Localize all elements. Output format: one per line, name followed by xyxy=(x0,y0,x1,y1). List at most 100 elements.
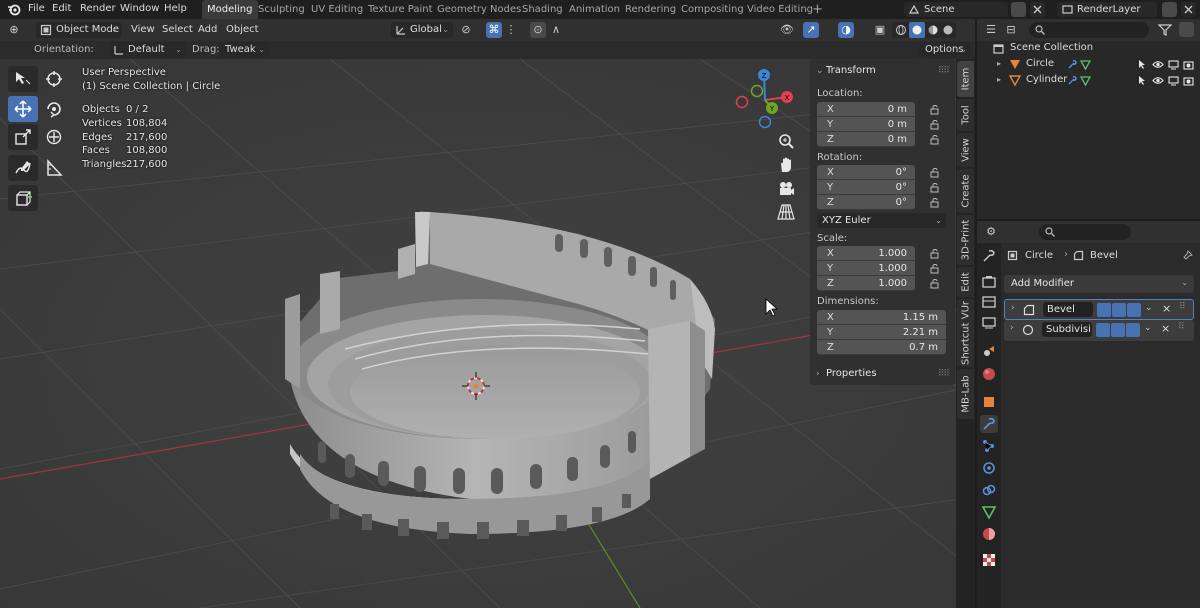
properties-editor-type-icon[interactable]: ⚙ xyxy=(983,224,999,240)
location-x-field[interactable]: X0 m xyxy=(817,102,915,117)
modifier-menu-chevron-icon[interactable]: ⌄ xyxy=(1145,303,1153,313)
tool-move[interactable] xyxy=(8,96,38,122)
tool-rotate[interactable] xyxy=(39,96,69,122)
modifier-menu-chevron-icon[interactable]: ⌄ xyxy=(1144,323,1152,333)
new-view-layer-icon[interactable] xyxy=(1162,2,1177,17)
tool-transform[interactable] xyxy=(39,124,69,150)
transform-orientation-dropdown[interactable]: Global ⌄ xyxy=(391,22,453,38)
zoom-view-icon[interactable] xyxy=(776,131,796,151)
outliner-item-cylinder[interactable]: ▸ Cylinder xyxy=(977,72,1200,88)
expand-bevel-icon[interactable]: › xyxy=(1011,303,1015,313)
tool-add-cube[interactable] xyxy=(8,185,38,211)
tab-modeling[interactable]: Modeling xyxy=(202,0,258,19)
xray-toggle-icon[interactable]: ▣ xyxy=(872,22,888,38)
tab-rendering[interactable]: Rendering xyxy=(620,0,681,19)
lock-scale-z-icon[interactable] xyxy=(930,279,940,289)
remove-bevel-icon[interactable]: × xyxy=(1162,302,1171,315)
hide-eye-icon[interactable] xyxy=(1152,75,1164,86)
tool-scale[interactable] xyxy=(8,124,38,150)
tab-shortcut-vur[interactable]: Shortcut VUr xyxy=(957,299,974,367)
drag-handle-icon[interactable]: ⠿ xyxy=(1178,322,1185,332)
tab-shading[interactable]: Shading xyxy=(517,0,568,19)
edit-mode-toggle-icon[interactable] xyxy=(1097,303,1111,317)
pivot-point-icon[interactable]: ⊘ xyxy=(458,22,474,38)
menu-render[interactable]: Render xyxy=(80,3,116,14)
scale-y-field[interactable]: Y 1.000 xyxy=(817,261,915,276)
snap-icon[interactable]: ⌘ xyxy=(486,22,502,38)
expand-subdivision-icon[interactable]: › xyxy=(1010,323,1014,333)
overlays-toggle-icon[interactable]: ◑ xyxy=(838,22,854,38)
bevel-name-field[interactable]: Bevel xyxy=(1043,302,1093,317)
navigation-gizmo[interactable]: X Y Z xyxy=(732,67,798,133)
menu-file[interactable]: File xyxy=(28,3,45,14)
data-properties-icon[interactable] xyxy=(980,503,998,521)
lock-scale-y-icon[interactable] xyxy=(930,264,940,274)
tab-geometry-nodes[interactable]: Geometry Nodes xyxy=(432,0,526,19)
hide-eye-icon[interactable] xyxy=(1152,59,1164,70)
selectable-arrow-icon[interactable] xyxy=(1137,75,1148,86)
outliner-scene-collection[interactable]: Scene Collection xyxy=(977,40,1200,56)
mode-dropdown[interactable]: Object Mode ⌄ xyxy=(36,22,122,38)
tab-tool[interactable]: Tool xyxy=(957,99,974,131)
options-dropdown[interactable]: Options ⌄ xyxy=(919,42,971,58)
remove-subdivision-icon[interactable]: × xyxy=(1161,322,1170,335)
lock-location-z-icon[interactable] xyxy=(930,135,940,145)
viewport-display-icon[interactable] xyxy=(1168,75,1179,86)
location-z-field[interactable]: Z0 m xyxy=(817,132,915,147)
transform-panel-header[interactable]: ⌄ Transform ⠿⠿ xyxy=(810,60,955,82)
blender-logo-icon[interactable] xyxy=(7,2,21,16)
modifier-subdivision-panel[interactable]: › Subdivisi... ⌄ × ⠿ xyxy=(1004,320,1194,341)
tool-cursor[interactable] xyxy=(39,66,69,92)
rendered-shading-icon[interactable] xyxy=(942,24,954,36)
snap-target-icon[interactable]: ⋮ xyxy=(503,22,519,38)
lock-rotation-y-icon[interactable] xyxy=(930,183,940,193)
tab-uv-editing[interactable]: UV Editing xyxy=(306,0,368,19)
scene-selector[interactable]: Scene xyxy=(904,2,1008,17)
outliner-display-mode-icon[interactable]: ⊟ xyxy=(1003,22,1019,38)
render-properties-icon[interactable] xyxy=(980,273,998,291)
pan-view-icon[interactable] xyxy=(776,155,796,175)
scale-x-field[interactable]: X 1.000 xyxy=(817,246,915,261)
outliner-editor-type-icon[interactable]: ☰ xyxy=(983,22,999,38)
properties-panel-header[interactable]: › Properties ⠿⠿ xyxy=(810,363,955,385)
render-toggle-icon[interactable] xyxy=(1127,303,1141,317)
orientation-dropdown[interactable]: Default ⌄ xyxy=(110,42,186,58)
outliner-item-circle[interactable]: ▸ Circle xyxy=(977,56,1200,72)
editor-type-icon[interactable]: ⊕ xyxy=(6,22,22,38)
render-camera-icon[interactable] xyxy=(1183,59,1194,70)
physics-properties-icon[interactable] xyxy=(980,459,998,477)
gizmo-toggle-icon[interactable]: ↗ xyxy=(803,22,819,38)
world-properties-icon[interactable] xyxy=(980,365,998,383)
viewport-toggle-icon[interactable] xyxy=(1112,303,1126,317)
view-layer-selector[interactable]: RenderLayer xyxy=(1057,2,1157,17)
lock-scale-x-icon[interactable] xyxy=(930,249,940,259)
texture-properties-icon[interactable] xyxy=(980,551,998,569)
material-shading-icon[interactable] xyxy=(927,24,939,36)
dimensions-y-field[interactable]: Y 2.21 m xyxy=(817,325,946,340)
tab-sculpting[interactable]: Sculpting xyxy=(253,0,310,19)
menu-add[interactable]: Add xyxy=(198,24,217,35)
outliner-search-input[interactable] xyxy=(1029,22,1149,38)
tab-edit[interactable]: Edit xyxy=(957,267,974,297)
view-layer-properties-icon[interactable] xyxy=(980,313,998,331)
add-workspace-button[interactable]: + xyxy=(807,0,828,19)
tab-create[interactable]: Create xyxy=(957,169,974,213)
rotation-y-field[interactable]: Y 0° xyxy=(817,180,915,195)
menu-select[interactable]: Select xyxy=(162,24,193,35)
menu-help[interactable]: Help xyxy=(164,3,187,14)
scene-properties-icon[interactable] xyxy=(980,343,998,361)
modifier-properties-icon[interactable] xyxy=(980,415,998,433)
selectable-arrow-icon[interactable] xyxy=(1137,59,1148,70)
tool-measure[interactable] xyxy=(39,155,69,181)
lock-rotation-x-icon[interactable] xyxy=(930,168,940,178)
object-properties-icon[interactable] xyxy=(980,393,998,411)
solid-shading-icon[interactable] xyxy=(911,24,923,36)
tab-mb-lab[interactable]: MB-Lab xyxy=(957,369,974,419)
lock-location-y-icon[interactable] xyxy=(930,120,940,130)
tab-item[interactable]: Item xyxy=(957,61,974,97)
location-y-field[interactable]: Y0 m xyxy=(817,117,915,132)
tool-select-box[interactable] xyxy=(8,66,38,92)
rotation-z-field[interactable]: Z 0° xyxy=(817,195,915,210)
menu-object[interactable]: Object xyxy=(226,24,259,35)
dimensions-z-field[interactable]: Z 0.7 m xyxy=(817,340,946,355)
